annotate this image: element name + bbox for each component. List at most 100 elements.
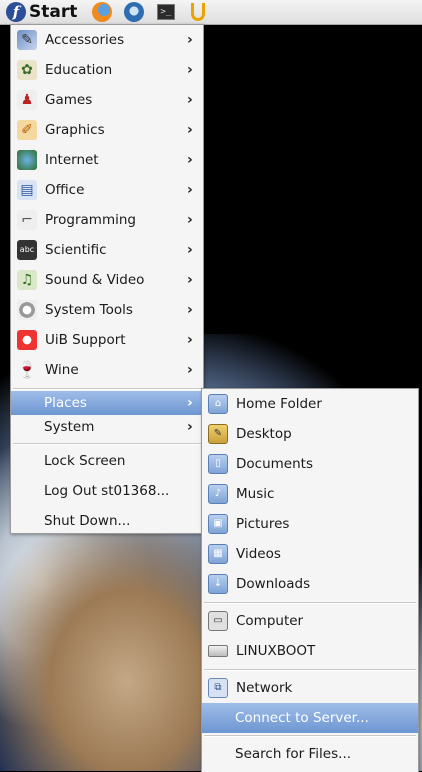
system-tools-icon <box>17 300 37 320</box>
places-submenu: ⌂ Home Folder ✎ Desktop ▯ Documents ♪ Mu… <box>201 388 419 772</box>
menu-item-label: Videos <box>236 546 281 562</box>
menu-item-graphics[interactable]: ✐ Graphics › <box>11 115 203 145</box>
menu-item-places[interactable]: Places › <box>11 391 203 415</box>
menu-item-games[interactable]: ♟ Games › <box>11 85 203 115</box>
submenu-arrow-icon: › <box>187 419 193 435</box>
menu-item-system-tools[interactable]: System Tools › <box>11 295 203 325</box>
accessories-icon: ✎ <box>17 30 37 50</box>
places-item-linuxboot[interactable]: LINUXBOOT <box>202 636 418 666</box>
places-item-pictures[interactable]: ▣ Pictures <box>202 509 418 539</box>
computer-icon: ▭ <box>208 611 228 631</box>
menu-item-uib-support[interactable]: UiB Support › <box>11 325 203 355</box>
submenu-arrow-icon: › <box>187 92 193 108</box>
menu-item-label: System Tools <box>45 302 133 318</box>
pictures-folder-icon: ▣ <box>208 514 228 534</box>
submenu-arrow-icon: › <box>187 122 193 138</box>
downloads-folder-icon: ↓ <box>208 574 228 594</box>
menu-item-label: Games <box>45 92 93 108</box>
menu-separator <box>13 443 201 445</box>
menu-item-label: Connect to Server... <box>235 710 369 726</box>
menu-item-programming[interactable]: ⌐ Programming › <box>11 205 203 235</box>
menu-item-label: Internet <box>45 152 99 168</box>
menu-item-label: Computer <box>236 613 304 629</box>
graphics-icon: ✐ <box>17 120 37 140</box>
games-icon: ♟ <box>17 90 37 110</box>
menu-item-lock-screen[interactable]: Lock Screen <box>11 446 203 476</box>
menu-item-label: Search for Files... <box>235 746 352 762</box>
menu-item-label: Documents <box>236 456 313 472</box>
menu-item-shut-down[interactable]: Shut Down... <box>11 506 203 536</box>
places-item-videos[interactable]: ▦ Videos <box>202 539 418 569</box>
places-item-computer[interactable]: ▭ Computer <box>202 606 418 636</box>
office-icon: ▤ <box>17 180 37 200</box>
terminal-icon: >_ <box>157 4 176 20</box>
menu-item-label: Network <box>236 680 293 696</box>
places-item-downloads[interactable]: ↓ Downloads <box>202 569 418 599</box>
menu-item-education[interactable]: ✿ Education › <box>11 55 203 85</box>
top-panel: f Start >_ <box>0 0 422 25</box>
submenu-arrow-icon: › <box>187 62 193 78</box>
menu-item-label: Scientific <box>45 242 107 258</box>
start-label: Start <box>29 2 78 22</box>
submenu-arrow-icon: › <box>187 272 193 288</box>
menu-item-wine[interactable]: 🍷 Wine › <box>11 355 203 385</box>
menu-item-sound-video[interactable]: ♫ Sound & Video › <box>11 265 203 295</box>
lifebuoy-icon <box>17 330 37 350</box>
scientific-icon: abc <box>17 240 37 260</box>
menu-item-system[interactable]: System › <box>11 415 203 439</box>
uib-logo-icon <box>191 3 206 21</box>
network-icon: ⧉ <box>208 678 228 698</box>
thunderbird-icon <box>124 2 145 22</box>
sound-video-icon: ♫ <box>17 270 37 290</box>
submenu-arrow-icon: › <box>187 362 193 378</box>
menu-item-label: Downloads <box>236 576 311 592</box>
menu-item-scientific[interactable]: abc Scientific › <box>11 235 203 265</box>
menu-item-office[interactable]: ▤ Office › <box>11 175 203 205</box>
places-item-home-folder[interactable]: ⌂ Home Folder <box>202 389 418 419</box>
internet-icon <box>17 150 37 170</box>
menu-item-internet[interactable]: Internet › <box>11 145 203 175</box>
menu-separator <box>204 669 416 671</box>
submenu-arrow-icon: › <box>187 32 193 48</box>
menu-item-label: System <box>44 419 95 435</box>
places-item-network[interactable]: ⧉ Network <box>202 673 418 703</box>
menu-item-label: Desktop <box>236 426 292 442</box>
start-menu-button[interactable]: f Start <box>6 0 77 24</box>
menu-item-label: Places <box>44 395 87 411</box>
wine-icon: 🍷 <box>17 360 37 379</box>
menu-item-label: Graphics <box>45 122 105 138</box>
firefox-launcher[interactable] <box>91 1 113 23</box>
menu-item-label: Sound & Video <box>45 272 145 288</box>
menu-item-label: Home Folder <box>236 396 322 412</box>
menu-item-log-out[interactable]: Log Out st01368... <box>11 476 203 506</box>
fedora-logo-icon: f <box>6 2 26 22</box>
menu-separator <box>204 602 416 604</box>
menu-item-label: Wine <box>45 362 79 378</box>
places-item-desktop[interactable]: ✎ Desktop <box>202 419 418 449</box>
drive-icon <box>208 645 228 657</box>
home-folder-icon: ⌂ <box>208 394 228 414</box>
places-item-documents[interactable]: ▯ Documents <box>202 449 418 479</box>
menu-item-label: Lock Screen <box>44 453 126 469</box>
terminal-launcher[interactable]: >_ <box>155 1 177 23</box>
submenu-arrow-icon: › <box>187 302 193 318</box>
places-item-search-for-files[interactable]: Search for Files... <box>202 739 418 769</box>
menu-separator <box>13 388 201 390</box>
firefox-icon <box>92 2 113 22</box>
programming-icon: ⌐ <box>17 210 37 230</box>
music-folder-icon: ♪ <box>208 484 228 504</box>
menu-item-label: Education <box>45 62 113 78</box>
places-item-connect-to-server[interactable]: Connect to Server... <box>202 703 418 733</box>
menu-item-label: Pictures <box>236 516 290 532</box>
submenu-arrow-icon: › <box>187 395 193 411</box>
submenu-arrow-icon: › <box>187 332 193 348</box>
thunderbird-launcher[interactable] <box>123 1 145 23</box>
desktop-folder-icon: ✎ <box>208 424 228 444</box>
places-item-music[interactable]: ♪ Music <box>202 479 418 509</box>
menu-item-label: Music <box>236 486 275 502</box>
menu-item-label: Shut Down... <box>44 513 131 529</box>
menu-item-accessories[interactable]: ✎ Accessories › <box>11 25 203 55</box>
submenu-arrow-icon: › <box>187 212 193 228</box>
menu-item-label: Log Out st01368... <box>44 483 170 499</box>
uib-launcher[interactable] <box>187 1 209 23</box>
